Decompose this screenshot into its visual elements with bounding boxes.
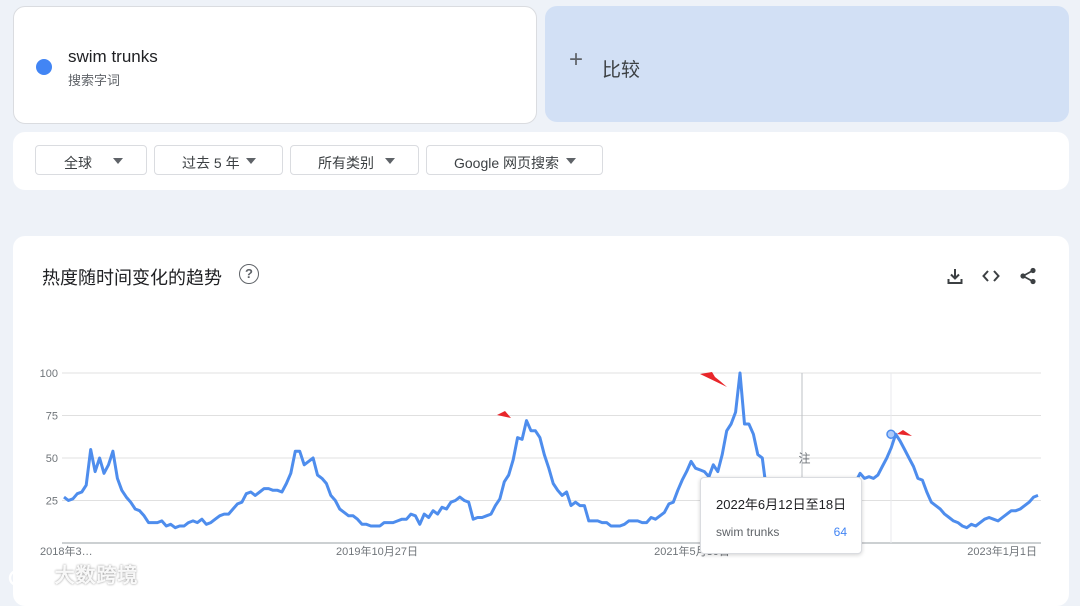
- data-point-tooltip: 2022年6月12日至18日 swim trunks 64: [700, 477, 862, 554]
- x-tick-label: 2018年3…: [40, 544, 93, 558]
- series-line-swim-trunks[interactable]: [63, 371, 1039, 530]
- tooltip-term: swim trunks: [716, 525, 780, 539]
- peak-arrow-2021: [700, 372, 727, 387]
- x-tick-label: 2019年10月27日: [336, 544, 418, 558]
- tooltip-value: 64: [833, 525, 847, 539]
- trend-chart[interactable]: 1007550252018年3… 2019年10月27日 2021年5月30日 202…: [0, 0, 1080, 592]
- annotation-label[interactable]: 注: [797, 451, 811, 465]
- peak-arrow-2022: [897, 430, 912, 436]
- watermark-text: 大数跨境: [54, 565, 139, 587]
- watermark: 大数跨境: [8, 559, 139, 588]
- hovered-point[interactable]: [886, 429, 896, 439]
- chart-series: [63, 371, 1039, 530]
- chart-ticks: 1007550252018年3… 2019年10月27日 2021年5月30日 202…: [40, 368, 1037, 558]
- y-tick-label: 25: [46, 496, 58, 508]
- y-tick-label: 75: [46, 411, 58, 423]
- peak-arrow-2020: [497, 411, 511, 418]
- x-tick-label: 2023年1月1日: [967, 544, 1037, 558]
- chart-grid: [62, 372, 1041, 544]
- watermark-logo: [8, 568, 46, 586]
- tooltip-date: 2022年6月12日至18日: [716, 497, 847, 512]
- y-tick-label: 50: [46, 453, 58, 465]
- y-tick-label: 100: [40, 368, 58, 380]
